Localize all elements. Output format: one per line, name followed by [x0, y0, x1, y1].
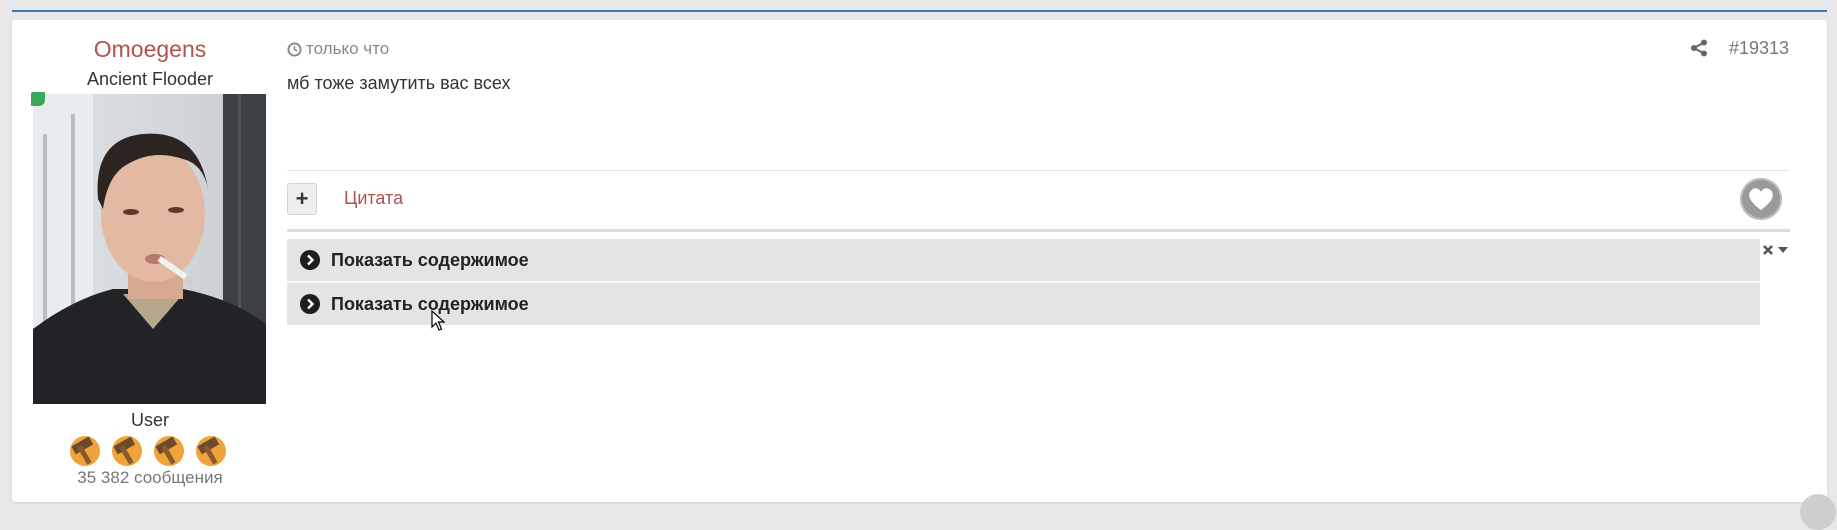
divider — [287, 170, 1790, 171]
post-number-link[interactable]: #19313 — [1729, 38, 1789, 59]
caret-down-icon[interactable] — [1777, 246, 1789, 254]
rank-hammer-icon — [112, 436, 142, 466]
username-link[interactable]: Omoegens — [30, 36, 270, 63]
spoiler-label: Показать содержимое — [331, 249, 529, 270]
clock-icon — [287, 41, 302, 57]
post-time[interactable]: только что — [287, 39, 389, 59]
user-title: Ancient Flooder — [86, 69, 214, 89]
quote-link[interactable]: Цитата — [344, 188, 403, 209]
spoiler-toggle[interactable]: Показать содержимое — [287, 239, 1760, 281]
spoiler-label: Показать содержимое — [331, 293, 529, 314]
share-icon[interactable] — [1690, 39, 1708, 57]
rank-hammer-icon — [70, 436, 100, 466]
scroll-to-top-button[interactable] — [1800, 494, 1836, 530]
post-time-text: только что — [306, 39, 390, 58]
rank-hammer-icon — [196, 436, 226, 466]
post-message: мб тоже замутить вас всех — [287, 73, 511, 93]
mouse-cursor-icon — [431, 310, 445, 331]
chevron-right-icon — [300, 294, 320, 314]
multiquote-plus-button[interactable]: + — [287, 183, 317, 215]
rank-hammer-icon — [154, 436, 184, 466]
like-button[interactable] — [1740, 178, 1782, 220]
signature-divider — [287, 229, 1790, 232]
avatar[interactable] — [33, 94, 266, 404]
rank-images — [66, 431, 230, 467]
post-count: 35 382 сообщения — [77, 468, 223, 487]
top-rule — [12, 10, 1827, 12]
chevron-right-icon — [300, 250, 320, 270]
online-indicator — [31, 92, 45, 106]
close-icon[interactable] — [1762, 244, 1774, 256]
heart-icon — [1749, 188, 1773, 210]
spoiler-toggle[interactable]: Показать содержимое — [287, 282, 1760, 325]
user-role: User — [130, 410, 169, 430]
signature-tools[interactable] — [1762, 244, 1789, 256]
